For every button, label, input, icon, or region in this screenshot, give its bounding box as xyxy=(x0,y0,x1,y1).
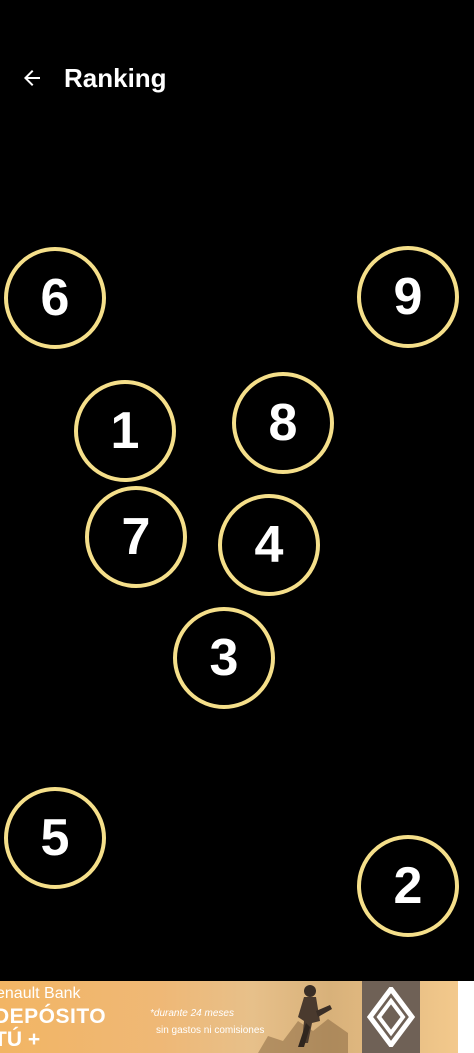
ranking-bubble-3[interactable]: 3 xyxy=(173,607,275,709)
ranking-bubble-7[interactable]: 7 xyxy=(85,486,187,588)
ad-banner[interactable]: enault Bank DEPÓSITO TÚ + *durante 24 me… xyxy=(0,981,458,1053)
ad-person-image xyxy=(258,985,348,1053)
ranking-screen: Ranking 6 9 1 8 7 4 3 5 2 enault Bank DE… xyxy=(0,0,474,1053)
arrow-left-icon xyxy=(24,70,40,86)
ranking-bubble-2[interactable]: 2 xyxy=(357,835,459,937)
ranking-bubble-6[interactable]: 6 xyxy=(4,247,106,349)
back-button[interactable] xyxy=(14,60,50,96)
ad-brand: enault Bank xyxy=(0,985,81,1002)
ranking-bubble-1[interactable]: 1 xyxy=(74,380,176,482)
ranking-bubble-4[interactable]: 4 xyxy=(218,494,320,596)
ad-note: *durante 24 meses xyxy=(150,1008,234,1019)
ranking-bubble-5[interactable]: 5 xyxy=(4,787,106,889)
ad-headline: DEPÓSITO xyxy=(0,1005,107,1028)
app-header: Ranking xyxy=(0,50,474,106)
page-title: Ranking xyxy=(64,63,167,93)
ranking-bubble-9[interactable]: 9 xyxy=(357,246,459,348)
ad-headline-sub: TÚ + xyxy=(0,1028,41,1051)
ranking-bubble-8[interactable]: 8 xyxy=(232,372,334,474)
ad-note-sub: sin gastos ni comisiones xyxy=(156,1025,265,1036)
ad-edge xyxy=(458,981,474,1053)
renault-logo-icon xyxy=(366,987,416,1047)
